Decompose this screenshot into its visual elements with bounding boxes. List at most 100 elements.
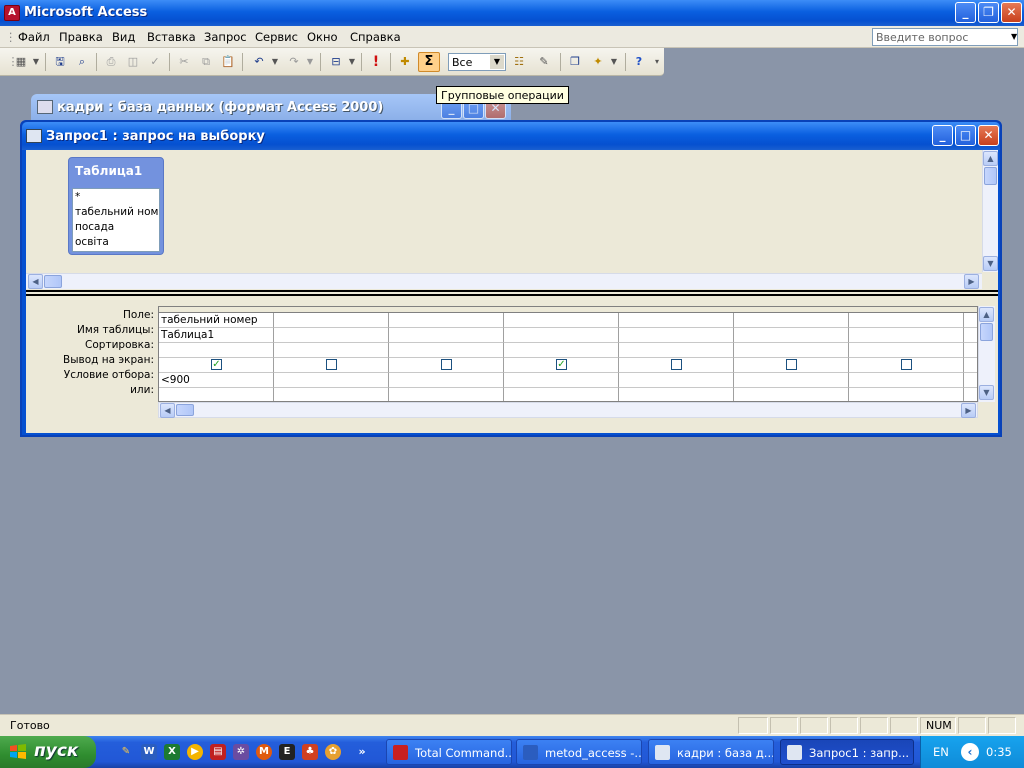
run-icon[interactable]: ! <box>367 53 385 71</box>
grid-criteria-cell[interactable]: <900 <box>159 373 274 388</box>
grid-sort-cell[interactable] <box>159 343 274 358</box>
upper-horizontal-scrollbar[interactable]: ◀ ▶ <box>26 273 982 289</box>
quicklaunch-more-icon[interactable]: » <box>354 744 370 760</box>
field-list-item[interactable]: посада <box>75 221 114 233</box>
grid-table-cell[interactable] <box>504 328 619 343</box>
paste-icon[interactable]: 📋 <box>219 53 237 71</box>
show-checkbox[interactable] <box>326 359 337 370</box>
print-icon[interactable]: ⎙ <box>102 53 120 71</box>
new-object-icon[interactable]: ✦ <box>589 53 607 71</box>
grid-table-cell[interactable] <box>734 328 849 343</box>
copy-icon[interactable]: ⧉ <box>197 53 215 71</box>
scroll-up-icon[interactable]: ▲ <box>979 307 994 322</box>
help-dropdown-icon[interactable]: ▼ <box>1011 32 1017 41</box>
show-checkbox[interactable] <box>441 359 452 370</box>
menu-query[interactable]: Запрос <box>204 30 247 44</box>
field-list-item[interactable]: табельний номер <box>75 206 159 218</box>
grid-sort-cell[interactable] <box>274 343 389 358</box>
scroll-right-icon[interactable]: ▶ <box>961 403 976 418</box>
grid-or-cell[interactable] <box>159 388 274 401</box>
grid-table-cell[interactable]: Таблица1 <box>159 328 274 343</box>
save-icon[interactable]: 🖫 <box>51 53 69 71</box>
menu-edit[interactable]: Правка <box>59 30 103 44</box>
query-type-dropdown-icon[interactable]: ▼ <box>347 53 357 71</box>
quicklaunch-tool-icon[interactable]: ✎ <box>118 744 134 760</box>
word-icon[interactable]: W <box>141 744 157 760</box>
grid-or-cell[interactable] <box>849 388 964 401</box>
scroll-down-icon[interactable]: ▼ <box>983 256 998 271</box>
close-button[interactable]: ✕ <box>1001 2 1022 23</box>
show-checkbox-checked[interactable]: ✓ <box>556 359 567 370</box>
grid-criteria-cell[interactable] <box>274 373 389 388</box>
help-question-input[interactable]: Введите вопрос <box>872 28 1018 46</box>
chevron-down-icon[interactable]: ▼ <box>490 55 504 69</box>
grid-sort-cell[interactable] <box>619 343 734 358</box>
grid-sort-cell[interactable] <box>849 343 964 358</box>
grid-or-cell[interactable] <box>389 388 504 401</box>
grid-horizontal-scrollbar[interactable]: ◀ ▶ <box>158 402 978 418</box>
scroll-up-icon[interactable]: ▲ <box>983 151 998 166</box>
grid-show-cell[interactable] <box>619 358 734 373</box>
start-button[interactable]: пуск <box>0 736 96 768</box>
show-checkbox[interactable] <box>901 359 912 370</box>
field-list-item[interactable]: освіта <box>75 236 109 248</box>
task-total-commander[interactable]: Total Command... <box>386 739 512 765</box>
grid-table-cell[interactable] <box>619 328 734 343</box>
menu-help[interactable]: Справка <box>350 30 401 44</box>
paint-icon[interactable]: ✿ <box>325 744 341 760</box>
menu-tools[interactable]: Сервис <box>255 30 298 44</box>
show-checkbox-checked[interactable]: ✓ <box>211 359 222 370</box>
view-icon[interactable]: ▦ <box>12 53 30 71</box>
menu-file[interactable]: Файл <box>18 30 50 44</box>
query-close-button[interactable]: ✕ <box>978 125 999 146</box>
query-type-icon[interactable]: ⊟ <box>327 53 345 71</box>
grid-field-cell[interactable] <box>619 313 734 328</box>
grid-criteria-cell[interactable] <box>849 373 964 388</box>
totals-icon[interactable]: Σ <box>418 52 440 72</box>
table-field-list[interactable]: Таблица1 * табельний номер посада освіта <box>68 157 164 255</box>
redo-dropdown-icon[interactable]: ▼ <box>305 53 315 71</box>
menu-insert[interactable]: Вставка <box>147 30 196 44</box>
new-object-dropdown-icon[interactable]: ▼ <box>609 53 619 71</box>
grid-sort-cell[interactable] <box>734 343 849 358</box>
media-player-icon[interactable]: ▶ <box>187 744 203 760</box>
grid-show-cell[interactable] <box>734 358 849 373</box>
grid-show-cell[interactable]: ✓ <box>504 358 619 373</box>
grid-or-cell[interactable] <box>964 388 977 401</box>
view-dropdown-icon[interactable]: ▼ <box>31 53 41 71</box>
scroll-down-icon[interactable]: ▼ <box>979 385 994 400</box>
language-indicator[interactable]: EN <box>933 745 949 759</box>
excel-icon[interactable]: X <box>164 744 180 760</box>
toolbar-options-icon[interactable]: ▾ <box>652 53 662 71</box>
query-maximize-button[interactable]: □ <box>955 125 976 146</box>
task-word-document[interactable]: metod_access -... <box>516 739 642 765</box>
grid-field-cell[interactable] <box>964 313 977 328</box>
query-minimize-button[interactable]: _ <box>932 125 953 146</box>
scroll-thumb[interactable] <box>44 275 62 288</box>
tray-expand-icon[interactable]: ‹ <box>961 743 979 761</box>
grid-or-cell[interactable] <box>734 388 849 401</box>
minimize-button[interactable]: _ <box>955 2 976 23</box>
scroll-thumb[interactable] <box>984 167 997 185</box>
restore-button[interactable]: ❐ <box>978 2 999 23</box>
builder-icon[interactable]: ✎ <box>535 53 553 71</box>
grid-sort-cell[interactable] <box>389 343 504 358</box>
show-checkbox[interactable] <box>786 359 797 370</box>
grid-vertical-scrollbar[interactable]: ▲ ▼ <box>978 306 995 402</box>
grid-criteria-cell[interactable] <box>504 373 619 388</box>
scroll-thumb[interactable] <box>176 404 194 416</box>
undo-icon[interactable]: ↶ <box>250 53 268 71</box>
scroll-left-icon[interactable]: ◀ <box>160 403 175 418</box>
show-table-icon[interactable]: ✚ <box>396 53 414 71</box>
task-query-window[interactable]: Запрос1 : запр... <box>780 739 914 765</box>
m-app-icon[interactable]: M <box>256 744 272 760</box>
grid-sort-cell[interactable] <box>504 343 619 358</box>
grid-show-cell[interactable] <box>389 358 504 373</box>
grid-table-cell[interactable] <box>274 328 389 343</box>
grid-criteria-cell[interactable] <box>964 373 977 388</box>
spelling-icon[interactable]: ✓ <box>146 53 164 71</box>
grid-field-cell[interactable] <box>849 313 964 328</box>
menu-view[interactable]: Вид <box>112 30 135 44</box>
query-window-title-bar[interactable]: Запрос1 : запрос на выборку _ □ ✕ <box>22 122 1000 150</box>
grid-field-cell[interactable] <box>274 313 389 328</box>
